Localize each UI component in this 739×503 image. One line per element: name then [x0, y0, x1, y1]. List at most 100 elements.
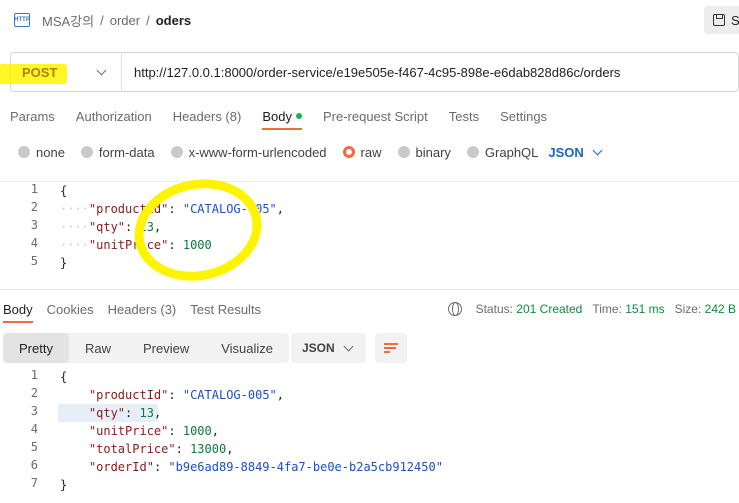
modified-dot	[295, 113, 302, 119]
line-number: 5	[30, 254, 38, 268]
line-number: 5	[30, 440, 38, 454]
view-pretty[interactable]: Pretty	[3, 333, 69, 363]
radio-graphql[interactable]: GraphQL	[466, 145, 538, 160]
json-key: "unitPrice"	[88, 424, 169, 438]
brace: {	[60, 370, 68, 384]
time-field: Time: 151 ms	[592, 302, 664, 316]
resp-tab-test-results[interactable]: Test Results	[190, 296, 261, 322]
code-line: "unitPrice": 1000,	[88, 424, 219, 438]
view-raw[interactable]: Raw	[69, 333, 127, 363]
radio-label: binary	[415, 144, 451, 160]
url-input[interactable]: http://127.0.0.1:8000/order-service/e19e…	[122, 65, 620, 80]
line-number: 3	[30, 218, 38, 232]
response-tabs: Body Cookies Headers (3) Test Results	[3, 296, 275, 323]
method-label: POST	[22, 64, 58, 80]
status-label: Status:	[475, 302, 513, 316]
line-number: 2	[30, 386, 38, 400]
radio-circle	[80, 146, 93, 158]
code-line: "totalPrice": 13000,	[88, 442, 234, 456]
radio-form-data[interactable]: form-data	[80, 144, 155, 160]
body-type-radios: none form-data x-www-form-urlencoded raw…	[18, 143, 603, 161]
save-button[interactable]: S	[704, 6, 739, 34]
size-value[interactable]: 242 B	[705, 302, 736, 316]
json-value: 1000	[182, 424, 212, 438]
json-key: "qty"	[88, 406, 126, 420]
radio-circle	[18, 146, 30, 158]
radio-none[interactable]: none	[18, 145, 65, 160]
tab-params[interactable]: Params	[10, 103, 55, 129]
line-number: 1	[30, 182, 38, 196]
resp-tab-cookies[interactable]: Cookies	[47, 296, 94, 322]
code-line: {	[60, 182, 67, 200]
line-number: 2	[30, 200, 38, 214]
globe-icon[interactable]	[447, 302, 462, 316]
response-body-viewer[interactable]: 1 2 3 4 5 6 7 { "productId": "CATALOG-00…	[0, 368, 739, 498]
response-status: Status: 201 Created Time: 151 ms Size: 2…	[447, 300, 736, 318]
save-button-label: S	[731, 12, 739, 28]
code-line: }	[60, 254, 67, 272]
wrap-lines-icon	[384, 343, 398, 353]
view-visualize[interactable]: Visualize	[205, 333, 289, 363]
save-icon	[713, 14, 725, 26]
request-name[interactable]: oders	[156, 13, 191, 28]
line-number: 3	[30, 404, 38, 418]
resp-tab-headers[interactable]: Headers (3)	[108, 296, 177, 322]
radio-binary[interactable]: binary	[397, 144, 451, 160]
tab-body[interactable]: Body	[262, 103, 302, 130]
response-divider[interactable]	[0, 289, 739, 290]
breadcrumb-folder[interactable]: order	[110, 13, 140, 28]
radio-circle	[170, 146, 183, 158]
radio-label: x-www-form-urlencoded	[188, 144, 327, 160]
tab-settings[interactable]: Settings	[500, 103, 547, 129]
view-mode-group: Pretty Raw Preview Visualize	[3, 333, 290, 363]
body-format-label: JSON	[548, 144, 584, 160]
tab-headers[interactable]: Headers (8)	[173, 103, 242, 129]
brace: }	[60, 478, 68, 492]
brace: {	[60, 184, 68, 198]
breadcrumb-separator: /	[146, 12, 150, 28]
radio-circle	[397, 146, 410, 158]
body-format-select[interactable]: JSON	[548, 144, 603, 160]
chevron-down-icon	[96, 65, 107, 75]
radio-raw[interactable]: raw	[342, 145, 382, 160]
http-icon: HTTP	[14, 13, 30, 27]
view-preview[interactable]: Preview	[127, 333, 205, 363]
resp-tab-body[interactable]: Body	[3, 296, 33, 323]
chevron-down-icon	[592, 145, 603, 155]
code-line: "qty": 13,	[88, 406, 162, 420]
brace: }	[60, 256, 68, 270]
wrap-lines-button[interactable]	[375, 333, 407, 363]
json-key: "orderId"	[88, 460, 154, 474]
tab-authorization[interactable]: Authorization	[76, 103, 152, 129]
json-value: 13000	[190, 442, 227, 456]
size-label: Size:	[674, 302, 702, 316]
breadcrumb: HTTP MSA강의 / order / oders	[14, 10, 191, 30]
tab-tests[interactable]: Tests	[449, 103, 479, 129]
response-format-select[interactable]: JSON	[291, 333, 366, 363]
tab-pre-request-script[interactable]: Pre-request Script	[323, 103, 428, 129]
line-number: 7	[30, 476, 38, 490]
breadcrumb-collection[interactable]: MSA강의	[42, 11, 94, 30]
json-value: 13	[139, 406, 154, 420]
request-tabs: Params Authorization Headers (8) Body Pr…	[10, 103, 568, 130]
radio-circle-selected	[342, 146, 355, 158]
time-label: Time:	[592, 302, 622, 316]
radio-label: none	[36, 144, 65, 160]
breadcrumb-separator: /	[100, 12, 104, 28]
radio-x-www-form-urlencoded[interactable]: x-www-form-urlencoded	[170, 144, 327, 160]
line-number: 6	[30, 458, 38, 472]
code-line: "orderId": "b9e6ad89-8849-4fa7-be0e-b2a5…	[88, 460, 443, 474]
line-number: 4	[30, 236, 38, 250]
method-select[interactable]: POST	[0, 53, 122, 91]
status-field: Status: 201 Created	[476, 302, 583, 316]
status-value[interactable]: 201 Created	[516, 302, 582, 316]
time-value[interactable]: 151 ms	[625, 302, 664, 316]
radio-circle	[466, 146, 479, 158]
response-format-label: JSON	[302, 341, 335, 355]
json-value: "b9e6ad89-8849-4fa7-be0e-b2a5cb912450"	[168, 460, 443, 474]
json-key: "totalPrice"	[88, 442, 176, 456]
json-key: "qty"	[88, 220, 126, 234]
request-body-editor[interactable]: 1 2 3 4 5 { ···· "productId": "CATALOG-00…	[0, 181, 739, 287]
code-line: "productId": "CATALOG-005",	[88, 388, 284, 402]
radio-label: form-data	[98, 144, 155, 160]
